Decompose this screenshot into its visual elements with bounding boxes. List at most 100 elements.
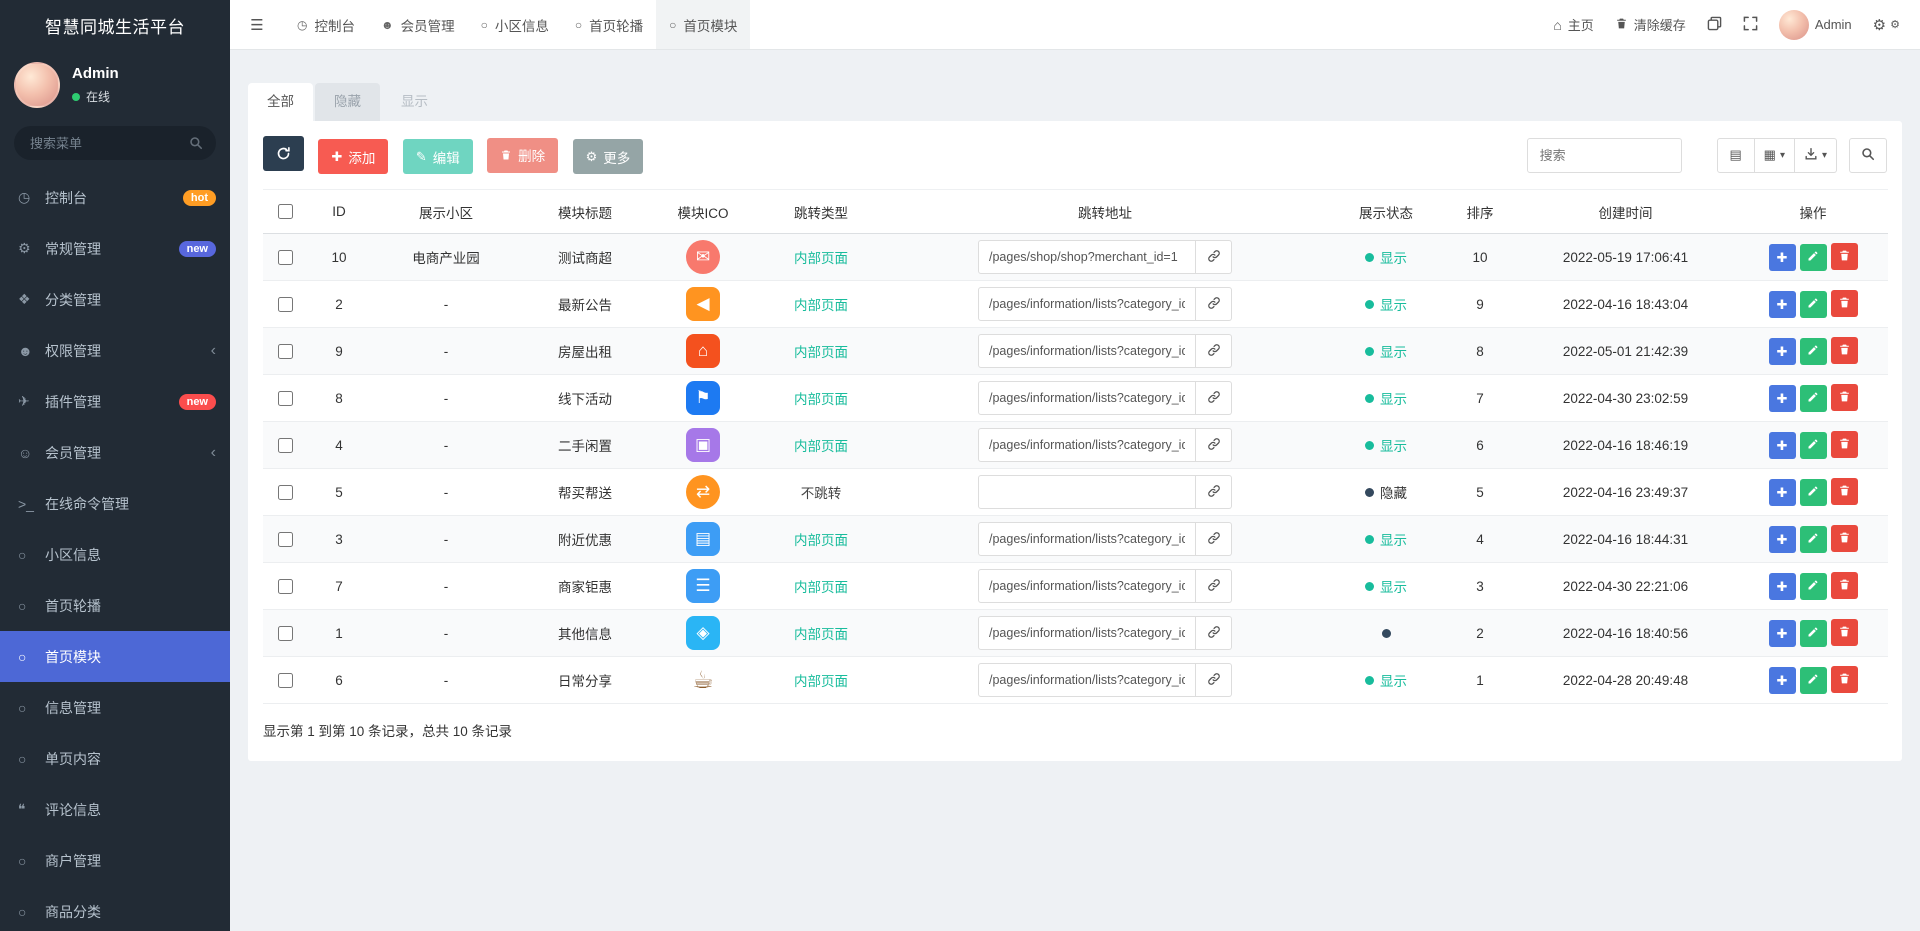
filter-tab-hidden[interactable]: 隐藏 xyxy=(315,83,380,121)
export-dropdown-button[interactable]: ▾ xyxy=(1794,137,1837,173)
sidebar-item-dashboard[interactable]: ◷ 控制台 hot xyxy=(0,172,230,223)
sidebar-toggle-button[interactable]: ☰ xyxy=(230,0,284,49)
row-checkbox[interactable] xyxy=(277,390,293,406)
settings-button[interactable]: ⚙ ⚙ xyxy=(1873,16,1900,34)
row-delete-button[interactable] xyxy=(1830,431,1858,458)
row-checkbox[interactable] xyxy=(277,672,293,688)
row-relate-button[interactable]: ✚ xyxy=(1768,526,1796,553)
clear-cache-button[interactable]: 清除缓存 xyxy=(1615,15,1686,34)
fullscreen-button[interactable] xyxy=(1743,16,1758,33)
sidebar-item-community-info[interactable]: ○ 小区信息 xyxy=(0,529,230,580)
topnav-tab-community-info[interactable]: ○ 小区信息 xyxy=(468,0,562,49)
jump-url-input[interactable] xyxy=(978,287,1196,321)
row-edit-button[interactable] xyxy=(1799,290,1827,318)
sidebar-item-general[interactable]: ⚙ 常规管理 new xyxy=(0,223,230,274)
add-button[interactable]: ✚ 添加 xyxy=(318,139,389,174)
link-button[interactable] xyxy=(1196,334,1232,368)
row-edit-button[interactable] xyxy=(1799,666,1827,694)
filter-tab-visible[interactable]: 显示 xyxy=(382,83,447,121)
row-checkbox[interactable] xyxy=(277,343,293,359)
row-relate-button[interactable]: ✚ xyxy=(1768,244,1796,271)
row-relate-button[interactable]: ✚ xyxy=(1768,620,1796,647)
row-delete-button[interactable] xyxy=(1830,337,1858,364)
row-checkbox[interactable] xyxy=(277,625,293,641)
row-relate-button[interactable]: ✚ xyxy=(1768,667,1796,694)
edit-button[interactable]: ✎ 编辑 xyxy=(402,139,473,174)
row-delete-button[interactable] xyxy=(1830,290,1858,317)
menu-search-input[interactable] xyxy=(14,126,216,160)
link-button[interactable] xyxy=(1196,616,1232,650)
jump-url-input[interactable] xyxy=(978,616,1196,650)
topnav-tab-home-carousel[interactable]: ○ 首页轮播 xyxy=(562,0,656,49)
sidebar-item-home-carousel[interactable]: ○ 首页轮播 xyxy=(0,580,230,631)
window-switch-button[interactable] xyxy=(1707,16,1722,33)
list-view-button[interactable]: ▤ xyxy=(1716,137,1755,173)
row-delete-button[interactable] xyxy=(1830,384,1858,411)
sidebar-item-merchant[interactable]: ○ 商户管理 xyxy=(0,835,230,886)
delete-button[interactable]: 删除 xyxy=(487,137,559,173)
jump-url-input[interactable] xyxy=(978,381,1196,415)
sidebar-item-addon[interactable]: ✈ 插件管理 new xyxy=(0,376,230,427)
jump-url-input[interactable] xyxy=(978,475,1196,509)
row-edit-button[interactable] xyxy=(1799,431,1827,459)
toggle-search-button[interactable] xyxy=(1849,137,1887,173)
topnav-tab-home-module[interactable]: ○ 首页模块 xyxy=(656,0,751,49)
row-checkbox[interactable] xyxy=(277,249,293,265)
row-edit-button[interactable] xyxy=(1799,243,1827,271)
link-button[interactable] xyxy=(1196,428,1232,462)
columns-dropdown-button[interactable]: ▦ ▾ xyxy=(1754,137,1795,173)
jump-url-input[interactable] xyxy=(978,663,1196,697)
link-button[interactable] xyxy=(1196,381,1232,415)
row-relate-button[interactable]: ✚ xyxy=(1768,385,1796,412)
select-all-checkbox[interactable] xyxy=(277,204,293,220)
row-relate-button[interactable]: ✚ xyxy=(1768,479,1796,506)
table-search-input[interactable] xyxy=(1526,137,1682,173)
row-delete-button[interactable] xyxy=(1830,525,1858,552)
row-relate-button[interactable]: ✚ xyxy=(1768,338,1796,365)
jump-url-input[interactable] xyxy=(978,334,1196,368)
refresh-button[interactable] xyxy=(263,136,304,171)
row-delete-button[interactable] xyxy=(1830,666,1858,693)
row-delete-button[interactable] xyxy=(1830,619,1858,646)
row-edit-button[interactable] xyxy=(1799,337,1827,365)
jump-url-input[interactable] xyxy=(978,522,1196,556)
sidebar-item-auth[interactable]: ☻ 权限管理 ‹ xyxy=(0,325,230,376)
row-checkbox[interactable] xyxy=(277,484,293,500)
jump-url-input[interactable] xyxy=(978,428,1196,462)
row-edit-button[interactable] xyxy=(1799,619,1827,647)
link-button[interactable] xyxy=(1196,569,1232,603)
row-checkbox[interactable] xyxy=(277,578,293,594)
jump-url-input[interactable] xyxy=(978,240,1196,274)
link-button[interactable] xyxy=(1196,663,1232,697)
user-avatar[interactable] xyxy=(14,62,60,108)
sidebar-item-category[interactable]: ❖ 分类管理 xyxy=(0,274,230,325)
row-delete-button[interactable] xyxy=(1830,478,1858,505)
row-delete-button[interactable] xyxy=(1830,572,1858,599)
topnav-tab-dashboard[interactable]: ◷ 控制台 xyxy=(284,0,368,49)
more-button[interactable]: ⚙ 更多 xyxy=(572,139,644,174)
topnav-tab-member[interactable]: ☻ 会员管理 xyxy=(368,0,468,49)
sidebar-item-single-page[interactable]: ○ 单页内容 xyxy=(0,733,230,784)
row-edit-button[interactable] xyxy=(1799,525,1827,553)
user-menu[interactable]: Admin xyxy=(1778,9,1852,40)
link-button[interactable] xyxy=(1196,475,1232,509)
filter-tab-all[interactable]: 全部 xyxy=(248,83,313,121)
sidebar-item-online-command[interactable]: >_ 在线命令管理 xyxy=(0,478,230,529)
link-button[interactable] xyxy=(1196,287,1232,321)
link-button[interactable] xyxy=(1196,240,1232,274)
row-edit-button[interactable] xyxy=(1799,572,1827,600)
row-checkbox[interactable] xyxy=(277,531,293,547)
row-relate-button[interactable]: ✚ xyxy=(1768,573,1796,600)
sidebar-item-member[interactable]: ☺ 会员管理 ‹ xyxy=(0,427,230,478)
row-checkbox[interactable] xyxy=(277,296,293,312)
home-link[interactable]: ⌂ 主页 xyxy=(1553,15,1593,34)
sidebar-item-home-module[interactable]: ○ 首页模块 xyxy=(0,631,230,682)
sidebar-item-comments[interactable]: ❝ 评论信息 xyxy=(0,784,230,835)
row-relate-button[interactable]: ✚ xyxy=(1768,291,1796,318)
link-button[interactable] xyxy=(1196,522,1232,556)
row-relate-button[interactable]: ✚ xyxy=(1768,432,1796,459)
sidebar-item-goods-category[interactable]: ○ 商品分类 xyxy=(0,886,230,931)
row-checkbox[interactable] xyxy=(277,437,293,453)
row-delete-button[interactable] xyxy=(1830,243,1858,270)
sidebar-item-information[interactable]: ○ 信息管理 xyxy=(0,682,230,733)
